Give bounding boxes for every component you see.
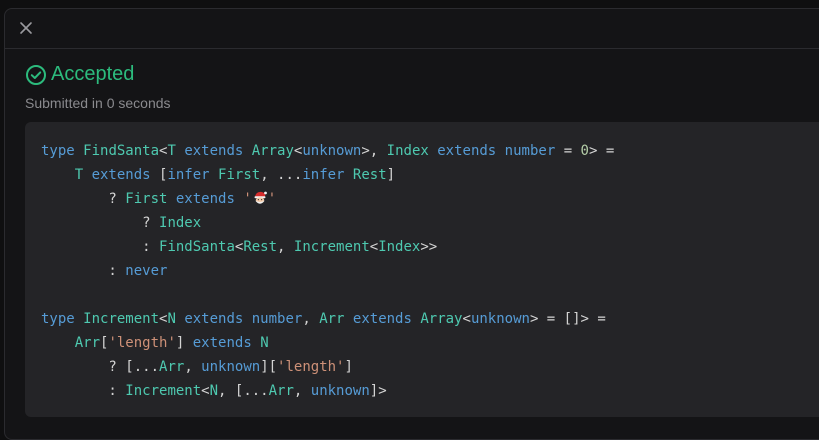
code-token: type	[41, 143, 84, 159]
status-text: Accepted	[51, 63, 135, 85]
code-token: :	[41, 239, 160, 255]
code-token: ]	[175, 335, 193, 351]
code-token: > =	[588, 143, 615, 159]
code-line: ? [...Arr, unknown]['length']	[41, 355, 614, 379]
result-status: Accepted	[25, 63, 134, 86]
code-token: >,	[361, 143, 387, 159]
code-token: ,	[293, 383, 311, 399]
code-token: <	[201, 383, 210, 399]
code-token: type	[41, 311, 84, 327]
code-token: Array	[420, 311, 463, 327]
code-token: unknown	[302, 143, 362, 159]
code-token: ?	[41, 191, 126, 207]
code-block[interactable]: type FindSanta<T extends Array<unknown>,…	[25, 122, 819, 417]
code-token: unknown	[201, 359, 261, 375]
code-token: unknown	[470, 311, 530, 327]
code-line: ? Index	[41, 211, 614, 235]
code-token: '	[243, 191, 252, 207]
source-code[interactable]: type FindSanta<T extends Array<unknown>,…	[41, 139, 614, 403]
code-token: unknown	[310, 383, 370, 399]
code-token: extends	[184, 311, 252, 327]
code-token: First	[218, 167, 261, 183]
code-token: <	[462, 311, 471, 327]
code-token: extends	[352, 311, 421, 327]
code-token: ,	[277, 239, 294, 255]
code-token: FindSanta	[159, 239, 235, 255]
code-token: First	[125, 191, 176, 207]
code-token: Arr	[159, 359, 185, 375]
code-token: extends	[192, 335, 261, 351]
code-token: extends	[91, 167, 160, 183]
code-token: :	[41, 383, 126, 399]
santa-emoji-icon	[254, 191, 267, 204]
code-token: 'length'	[277, 359, 345, 375]
code-token: ][	[260, 359, 278, 375]
code-token: Index	[386, 143, 438, 159]
code-token: never	[125, 263, 168, 279]
code-token: ? [...	[41, 359, 160, 375]
code-token: , ...	[260, 167, 303, 183]
code-token: extends	[184, 143, 252, 159]
code-token: Index	[378, 239, 421, 255]
submission-time: Submitted in 0 seconds	[25, 95, 171, 111]
code-token: ]>	[369, 383, 387, 399]
code-token: :	[41, 263, 126, 279]
submission-panel: Accepted Submitted in 0 seconds type Fin…	[4, 8, 819, 440]
code-token: ]	[344, 359, 353, 375]
code-token: N	[167, 311, 185, 327]
code-token: FindSanta	[83, 143, 160, 159]
code-token: >>	[420, 239, 438, 255]
code-line: ? First extends ' '	[41, 187, 614, 211]
code-token: N	[260, 335, 269, 351]
code-token: extends	[437, 143, 505, 159]
code-token: 'length'	[108, 335, 176, 351]
code-token: Increment	[293, 239, 370, 255]
code-line: Arr['length'] extends N	[41, 331, 614, 355]
code-token: =	[563, 143, 581, 159]
code-token: Rest	[243, 239, 278, 255]
code-token: Array	[251, 143, 294, 159]
code-token: <	[369, 239, 379, 255]
code-token: extends	[175, 191, 244, 207]
code-line: : never	[41, 259, 614, 283]
code-token: Arr	[268, 383, 294, 399]
code-token: Arr	[74, 335, 101, 351]
code-token: T	[167, 143, 185, 159]
code-token: , [...	[218, 383, 269, 399]
code-token: ,	[302, 311, 320, 327]
code-line: T extends [infer First, ...infer Rest]	[41, 163, 614, 187]
code-token: ?	[41, 215, 160, 231]
code-line: : FindSanta<Rest, Increment<Index>>	[41, 235, 614, 259]
check-circle-icon	[26, 64, 46, 85]
code-token: number	[504, 143, 564, 159]
code-token: T	[74, 167, 92, 183]
code-token: > = []> =	[529, 311, 606, 327]
code-token: '	[267, 191, 277, 207]
code-token: ,	[184, 359, 202, 375]
code-token: infer	[302, 167, 353, 183]
code-token: ]	[386, 167, 396, 183]
code-line: : Increment<N, [...Arr, unknown]>	[41, 379, 614, 403]
code-token: number	[251, 311, 303, 327]
code-line: type Increment < N extends number, Arr ext…	[41, 307, 614, 331]
code-token: Arr	[319, 311, 353, 327]
code-token: Increment	[83, 311, 160, 327]
code-token: infer	[167, 167, 219, 183]
code-token: Increment	[125, 383, 202, 399]
code-token: N	[209, 383, 219, 399]
code-token: Index	[159, 215, 202, 231]
panel-header	[5, 9, 819, 49]
code-token: 0	[580, 143, 589, 159]
code-token: Rest	[352, 167, 387, 183]
close-icon[interactable]	[17, 19, 35, 37]
code-line: type FindSanta<T extends Array<unknown>,…	[41, 139, 614, 163]
